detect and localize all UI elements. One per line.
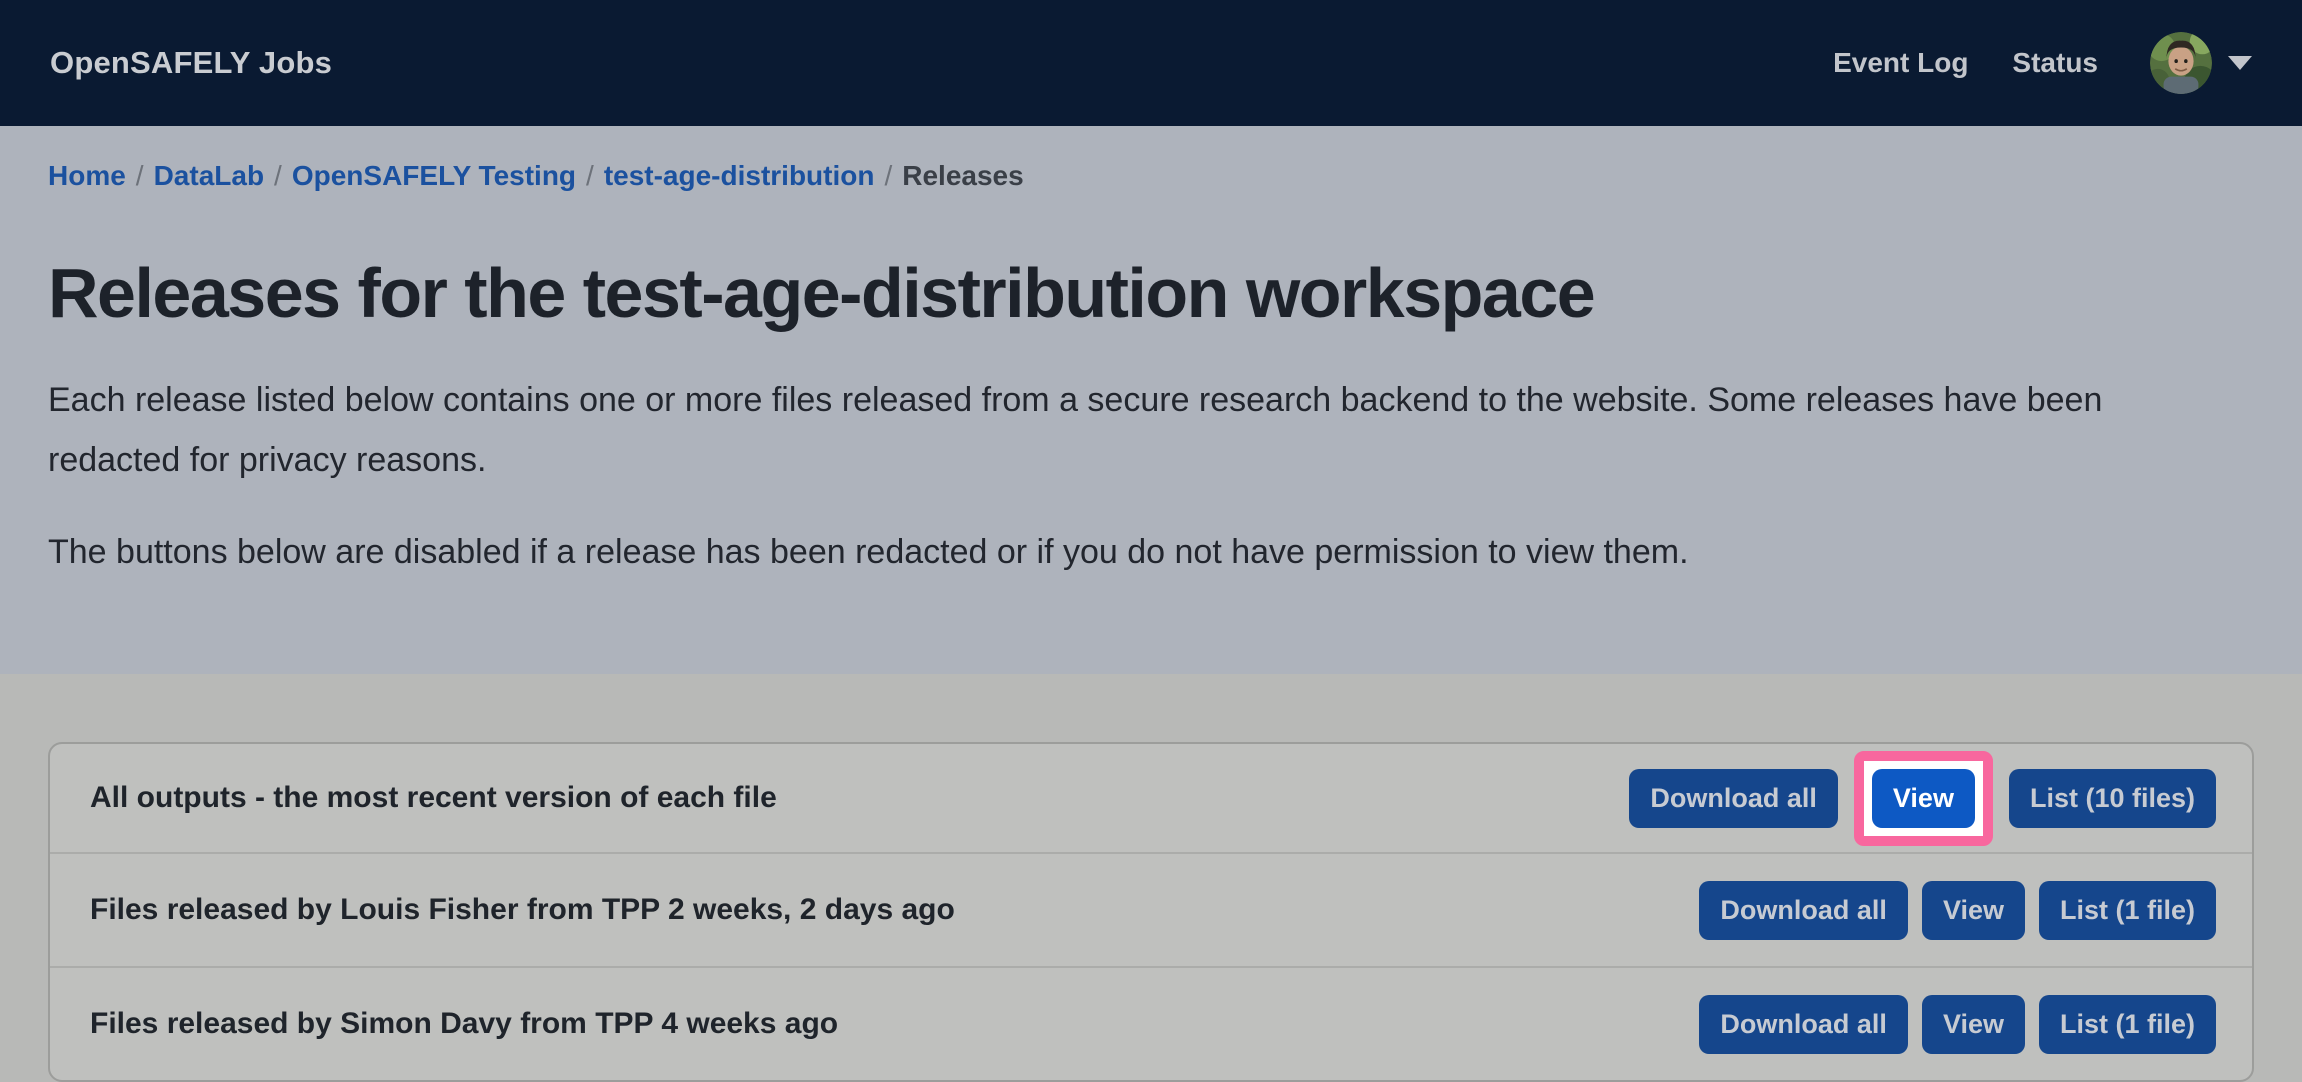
list-files-button[interactable]: List (10 files) (2009, 769, 2216, 828)
user-menu[interactable] (2150, 32, 2252, 94)
breadcrumb-workspace[interactable]: test-age-distribution (604, 160, 875, 191)
user-avatar[interactable] (2150, 32, 2212, 94)
breadcrumb-separator: / (576, 160, 604, 191)
release-actions: Download all View List (1 file) (1699, 881, 2216, 940)
app-title[interactable]: OpenSAFELY Jobs (50, 45, 332, 81)
breadcrumb-opensafely-testing[interactable]: OpenSAFELY Testing (292, 160, 576, 191)
caret-down-icon (2228, 56, 2252, 70)
release-actions: Download all View List (1 file) (1699, 995, 2216, 1054)
view-button[interactable]: View (1922, 881, 2025, 940)
breadcrumb: Home/DataLab/OpenSAFELY Testing/test-age… (48, 156, 2254, 196)
release-label: Files released by Louis Fisher from TPP … (90, 893, 955, 927)
breadcrumb-separator: / (126, 160, 154, 191)
release-row-all-outputs: All outputs - the most recent version of… (50, 744, 2252, 852)
nav-event-log[interactable]: Event Log (1833, 47, 1968, 79)
breadcrumb-separator: / (264, 160, 292, 191)
view-button[interactable]: View (1872, 769, 1975, 828)
releases-card: All outputs - the most recent version of… (48, 742, 2254, 1082)
releases-section: All outputs - the most recent version of… (0, 674, 2302, 1082)
breadcrumb-datalab[interactable]: DataLab (154, 160, 264, 191)
breadcrumb-separator: / (874, 160, 902, 191)
breadcrumb-home[interactable]: Home (48, 160, 126, 191)
release-actions: Download all View List (10 files) (1629, 751, 2216, 846)
download-all-button[interactable]: Download all (1629, 769, 1838, 828)
nav-status[interactable]: Status (2012, 47, 2098, 79)
page-title: Releases for the test-age-distribution w… (48, 254, 2254, 332)
download-all-button[interactable]: Download all (1699, 881, 1908, 940)
download-all-button[interactable]: Download all (1699, 995, 1908, 1054)
list-files-button[interactable]: List (1 file) (2039, 995, 2216, 1054)
breadcrumb-current-releases: Releases (902, 160, 1023, 191)
view-button[interactable]: View (1922, 995, 2025, 1054)
intro-paragraph-2: The buttons below are disabled if a rele… (48, 522, 2228, 582)
annotation-highlight-box: View (1854, 751, 1993, 846)
intro-paragraph-1: Each release listed below contains one o… (48, 370, 2228, 490)
header-nav: Event Log Status (1833, 32, 2252, 94)
list-files-button[interactable]: List (1 file) (2039, 881, 2216, 940)
release-label: All outputs - the most recent version of… (90, 781, 777, 815)
release-row-louis-fisher: Files released by Louis Fisher from TPP … (50, 852, 2252, 966)
page-header-section: Home/DataLab/OpenSAFELY Testing/test-age… (0, 126, 2302, 674)
release-row-simon-davy: Files released by Simon Davy from TPP 4 … (50, 966, 2252, 1080)
top-navigation-bar: OpenSAFELY Jobs Event Log Status (0, 0, 2302, 126)
release-label: Files released by Simon Davy from TPP 4 … (90, 1007, 838, 1041)
